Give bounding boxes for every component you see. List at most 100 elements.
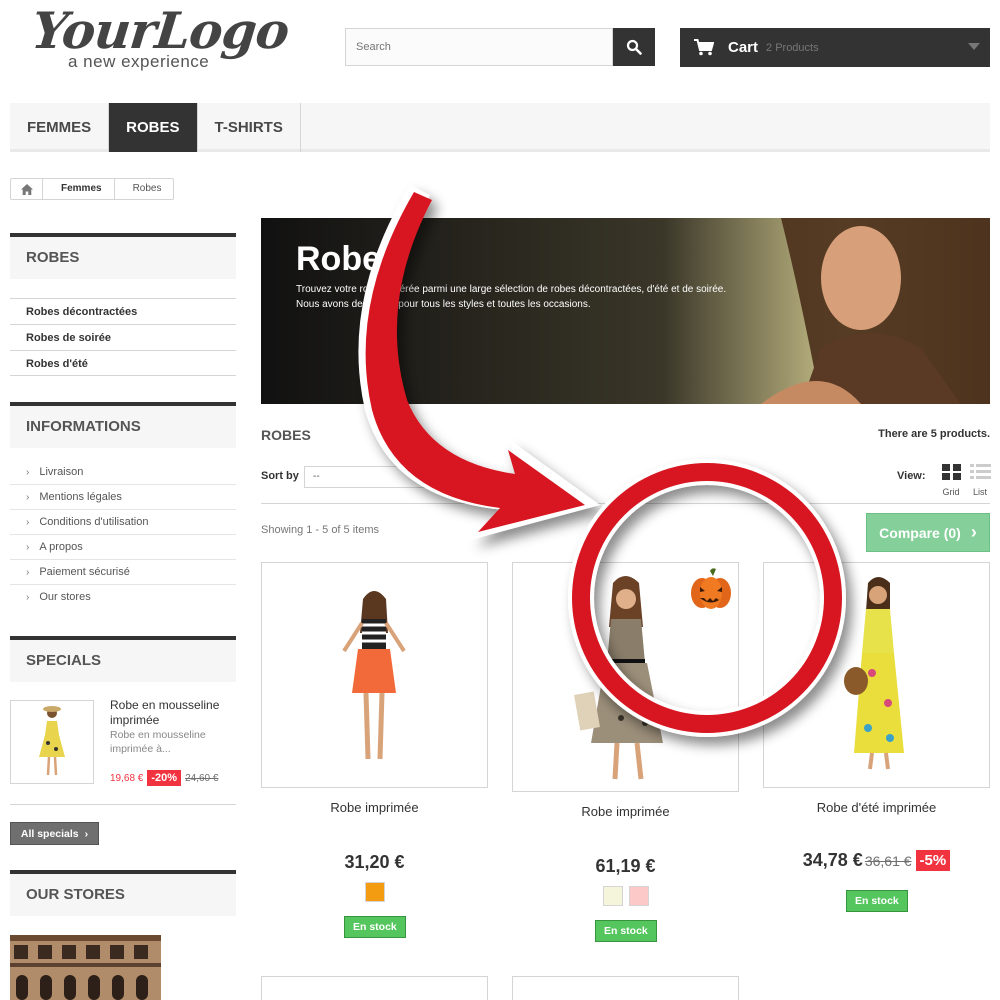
banner-description: Trouvez votre robe préférée parmi une la… — [296, 282, 816, 312]
product-image[interactable] — [261, 976, 488, 1000]
cart-dropdown[interactable]: Cart 2 Products — [680, 28, 990, 67]
info-link-label: Livraison — [39, 465, 84, 478]
all-specials-button[interactable]: All specials › — [10, 822, 99, 845]
product-price: 31,20 € — [344, 852, 405, 872]
special-product-image[interactable] — [10, 700, 94, 784]
product-name[interactable]: Robe d'été imprimée — [763, 800, 990, 815]
stock-badge: En stock — [344, 916, 406, 938]
informations-list: › Livraison › Mentions légales › Conditions… — [10, 460, 236, 610]
menu-item-femmes[interactable]: FEMMES — [10, 103, 110, 152]
cart-count: 2 Products — [766, 41, 819, 54]
product-photo — [844, 577, 904, 770]
info-link[interactable]: › Livraison — [10, 460, 236, 485]
category-item[interactable]: Robes décontractées — [10, 298, 236, 324]
menu-item-tshirts[interactable]: T-SHIRTS — [198, 103, 301, 152]
product-image[interactable] — [512, 976, 739, 1000]
view-label: View: — [897, 470, 926, 482]
product-price-row: 34,78 € 36,61 € -5% — [763, 850, 990, 871]
showing-count: Showing 1 - 5 of 5 items — [261, 524, 380, 536]
sort-select[interactable]: -- — [304, 466, 470, 488]
banner-title: Robes — [296, 240, 400, 278]
info-link-label: Our stores — [39, 591, 91, 603]
special-old-price: 24,60 € — [185, 772, 219, 784]
cart-label: Cart — [728, 39, 759, 56]
info-link-label: Mentions légales — [39, 490, 122, 503]
product-photo — [342, 591, 406, 760]
compare-label: Compare (0) — [879, 524, 961, 541]
stores-block-title[interactable]: OUR STORES — [10, 870, 236, 916]
divider — [10, 804, 236, 805]
product-name[interactable]: Robe imprimée — [512, 804, 739, 819]
info-link[interactable]: › Mentions légales — [10, 485, 236, 510]
view-grid-button[interactable]: Grid — [940, 464, 962, 497]
search-icon — [626, 39, 642, 55]
category-item[interactable]: Robes de soirée — [10, 324, 236, 350]
special-product-name[interactable]: Robe en mousseline imprimée — [110, 698, 236, 728]
chevron-down-icon — [968, 43, 980, 50]
grid-icon — [941, 464, 961, 480]
stock-badge: En stock — [846, 890, 908, 912]
pumpkin-icon — [688, 567, 734, 618]
chevron-right-icon: › — [84, 827, 89, 840]
info-link[interactable]: › Paiement sécurisé — [10, 560, 236, 585]
product-old-price: 36,61 € — [864, 852, 912, 869]
all-specials-label: All specials — [20, 827, 79, 840]
special-price: 19,68 € — [110, 772, 144, 784]
specials-block-title[interactable]: SPECIALS — [10, 636, 236, 682]
info-link[interactable]: › Our stores — [10, 585, 236, 610]
home-icon — [20, 183, 33, 195]
banner-text-line: Trouvez votre robe préférée parmi une la… — [296, 284, 727, 295]
color-swatch[interactable] — [628, 886, 649, 906]
main-menu: FEMMES ROBES T-SHIRTS — [10, 103, 990, 152]
building-facade-image — [10, 935, 161, 1000]
view-grid-label: Grid — [942, 487, 960, 497]
color-swatches — [261, 882, 488, 902]
chevron-right-icon: › — [26, 466, 30, 478]
cart-icon — [694, 39, 714, 56]
discount-badge: -5% — [915, 850, 951, 871]
product-price: 34,78 € — [802, 850, 863, 870]
view-list-button[interactable]: List — [968, 464, 992, 497]
banner-text-line: Nous avons des robes pour tous les style… — [296, 299, 591, 310]
product-name[interactable]: Robe imprimée — [261, 800, 488, 815]
category-item[interactable]: Robes d'été — [10, 350, 236, 376]
site-logo[interactable]: YourLogo a new experience — [28, 1, 292, 74]
info-link-label: A propos — [39, 540, 83, 553]
special-product-desc: Robe en mousseline imprimée à... — [110, 729, 206, 755]
category-heading: ROBES — [261, 427, 311, 443]
view-list-label: List — [972, 487, 987, 497]
color-swatch[interactable] — [602, 886, 623, 906]
menu-item-robes[interactable]: ROBES — [109, 103, 198, 152]
color-swatch[interactable] — [364, 882, 385, 902]
category-list: Robes décontractées Robes de soirée Robe… — [10, 298, 236, 376]
product-price: 61,19 € — [595, 856, 656, 876]
search-input[interactable] — [345, 28, 613, 66]
search-button[interactable] — [613, 28, 655, 66]
chevron-right-icon: › — [26, 541, 30, 553]
list-icon — [969, 464, 991, 479]
chevron-right-icon: › — [26, 516, 30, 528]
chevron-right-icon: › — [26, 491, 30, 503]
chevron-right-icon: › — [970, 522, 977, 542]
product-image[interactable] — [261, 562, 488, 788]
product-count: There are 5 products. — [878, 428, 990, 440]
info-link[interactable]: › Conditions d'utilisation — [10, 510, 236, 535]
info-link-label: Conditions d'utilisation — [39, 515, 149, 528]
product-image[interactable] — [763, 562, 990, 788]
breadcrumb-robes: Robes — [132, 183, 162, 194]
chevron-right-icon: › — [26, 592, 30, 603]
chevron-right-icon: › — [26, 566, 30, 578]
stock-badge: En stock — [595, 920, 657, 942]
store-building-image[interactable] — [10, 935, 161, 1000]
logo-wordmark: YourLogo — [28, 1, 292, 60]
info-link-label: Paiement sécurisé — [39, 565, 130, 578]
categories-block-title[interactable]: ROBES — [10, 233, 236, 279]
breadcrumb-home[interactable] — [11, 179, 43, 199]
compare-button[interactable]: Compare (0) › — [866, 513, 990, 552]
breadcrumb: Femmes Robes — [10, 178, 175, 200]
special-prices: 19,68 € -20% 24,60 € — [110, 770, 218, 786]
informations-block-title[interactable]: INFORMATIONS — [10, 402, 236, 448]
sort-label: Sort by — [261, 470, 299, 482]
breadcrumb-femmes[interactable]: Femmes — [43, 179, 115, 199]
info-link[interactable]: › A propos — [10, 535, 236, 560]
